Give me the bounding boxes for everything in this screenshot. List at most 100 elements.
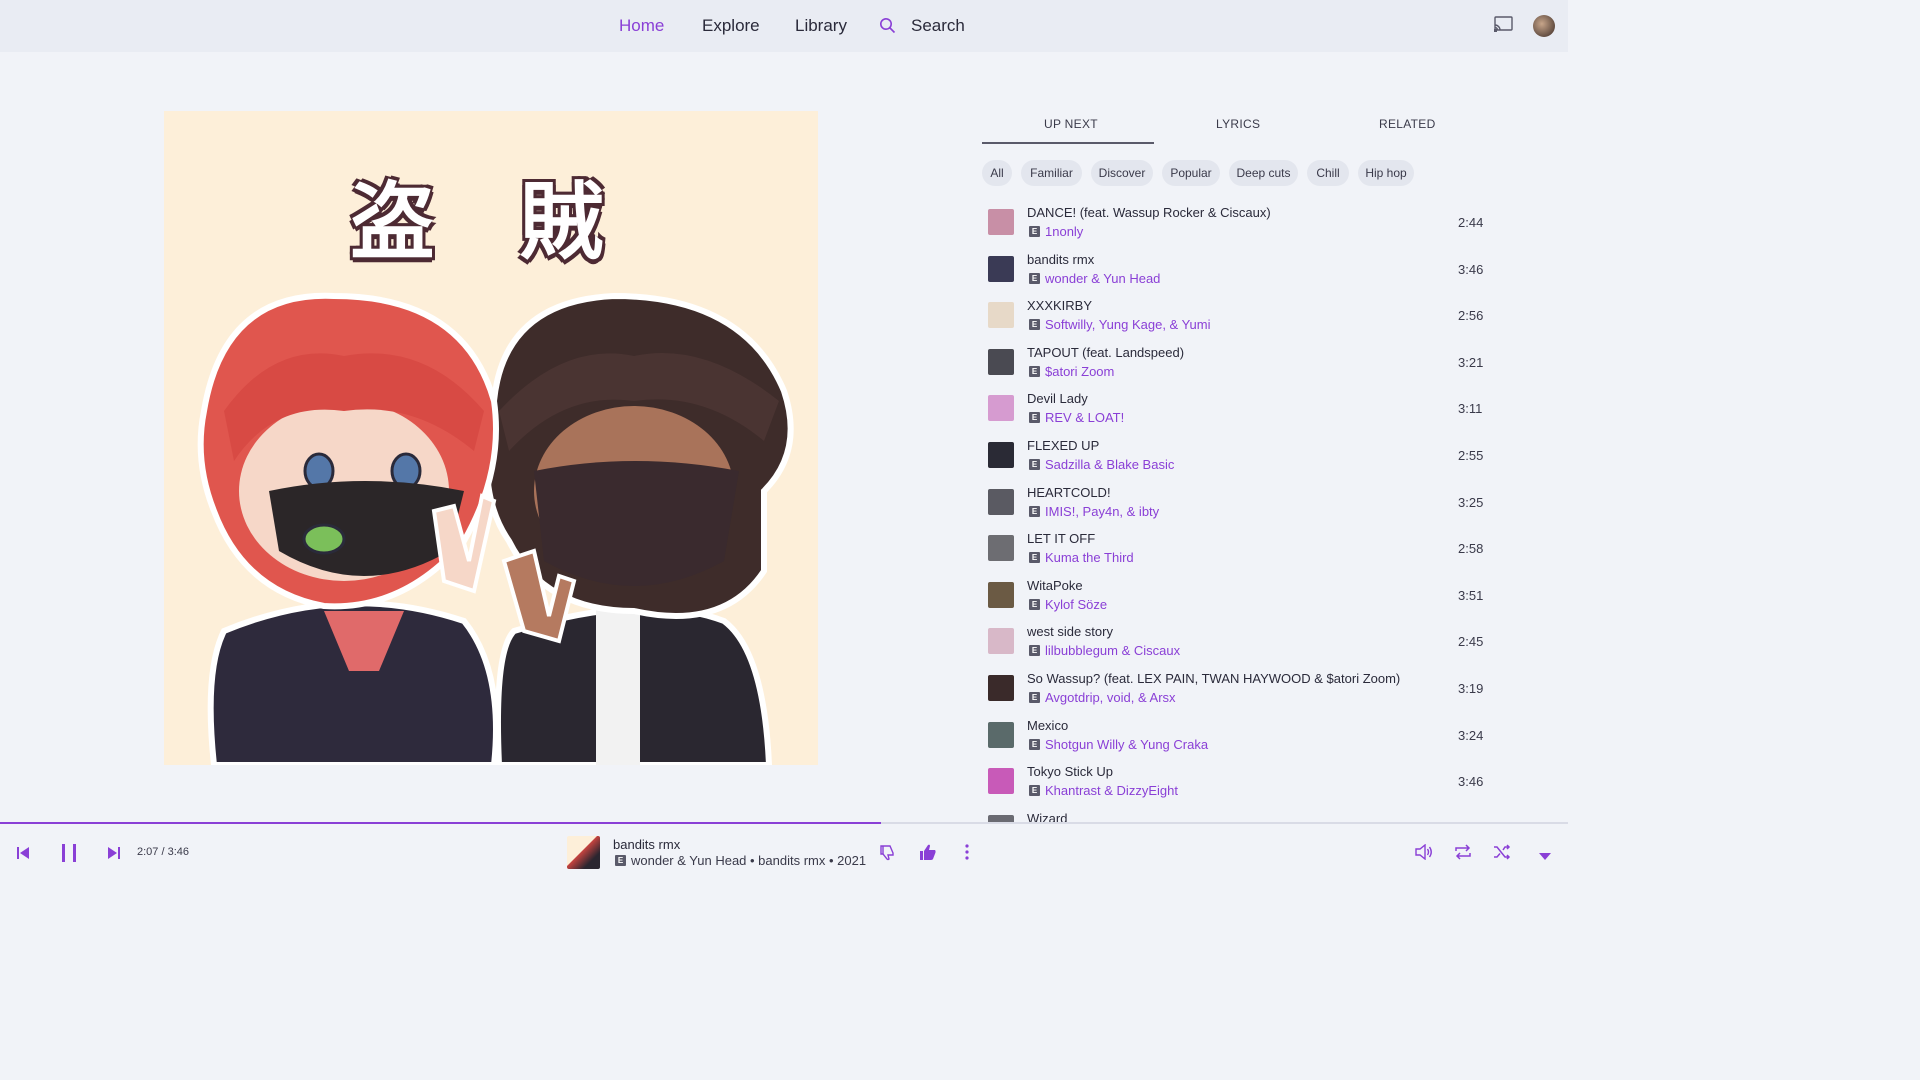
like-icon[interactable] — [919, 843, 937, 866]
queue-row[interactable]: west side story Elilbubblegum & Ciscaux 2:… — [982, 619, 1492, 665]
track-artist[interactable]: $atori Zoom — [1045, 364, 1114, 379]
search-icon[interactable] — [879, 17, 896, 39]
queue-row[interactable]: HEARTCOLD! E IMIS!, Pay4n, & ibty 3:25 — [982, 480, 1492, 526]
queue-row[interactable]: So Wassup? (feat. LEX PAIN, TWAN HAYWOOD… — [982, 666, 1492, 712]
track-thumbnail — [988, 302, 1014, 329]
track-thumbnail — [988, 721, 1014, 748]
explicit-badge: E — [1029, 365, 1040, 377]
track-title: XXXKIRBY — [1027, 298, 1093, 314]
queue-row[interactable]: Devil Lady E REV & LOAT! 3:11 — [982, 386, 1492, 432]
up-next-queue: DANCE! (feat. Wassup Rocker & Ciscaux) E 1… — [982, 200, 1492, 824]
user-avatar[interactable] — [1533, 15, 1555, 37]
explicit-badge: E — [1029, 645, 1040, 657]
queue-row[interactable]: XXXKIRBY E Softwilly, Yung Kage, & Yumi 2:5… — [982, 293, 1492, 339]
queue-row[interactable]: DANCE! (feat. Wassup Rocker & Ciscaux) E 1… — [982, 200, 1492, 246]
track-artist[interactable]: lilbubblegum & Ciscaux — [1045, 643, 1180, 658]
explicit-badge: E — [1029, 459, 1040, 470]
track-duration: 3:51 — [1458, 587, 1484, 603]
chip-deep-cuts[interactable]: Deep cuts — [1229, 160, 1298, 186]
track-thumbnail — [988, 628, 1014, 655]
chip-familiar[interactable]: Familiar — [1021, 160, 1082, 186]
explicit-badge: E — [1029, 226, 1040, 237]
tab-up-next[interactable]: UP NEXT — [1044, 117, 1098, 131]
active-tab-indicator — [982, 142, 1154, 144]
track-artist[interactable]: Sadzilla & Blake Basic — [1045, 457, 1174, 472]
panel-tabs: UP NEXT LYRICS RELATED — [982, 104, 1486, 144]
track-thumbnail — [988, 488, 1014, 515]
nav-search[interactable]: Search — [911, 16, 965, 36]
explicit-badge: E — [1029, 412, 1040, 424]
track-title: WitaPoke — [1027, 577, 1083, 593]
now-playing-thumbnail — [567, 836, 600, 869]
track-duration: 3:19 — [1458, 681, 1484, 696]
track-title: Mexico — [1027, 717, 1069, 733]
now-playing-title[interactable]: bandits rmx — [613, 837, 680, 852]
track-duration: 2:45 — [1458, 634, 1484, 650]
nav-home[interactable]: Home — [619, 16, 664, 36]
track-artist[interactable]: Softwilly, Yung Kage, & Yumi — [1045, 317, 1211, 332]
queue-row[interactable]: FLEXED UP E Sadzilla & Blake Basic 2:55 — [982, 433, 1492, 479]
nav-explore[interactable]: Explore — [702, 16, 760, 36]
album-art-title: 盗 賊 — [350, 173, 632, 271]
track-artist[interactable]: Khantrast & DizzyEight — [1045, 783, 1178, 798]
dislike-icon[interactable] — [879, 844, 896, 866]
track-thumbnail — [988, 675, 1014, 701]
explicit-badge: E — [615, 855, 626, 866]
track-duration: 2:44 — [1458, 215, 1484, 230]
player-bar: 2:07 / 3:46 bandits rmx E wonder & Yun H… — [0, 824, 1568, 882]
tab-lyrics[interactable]: LYRICS — [1216, 117, 1260, 131]
queue-row[interactable]: LET IT OFF E Kuma the Third 2:58 — [982, 526, 1492, 572]
explicit-badge: E — [1029, 738, 1040, 750]
more-options-icon[interactable] — [964, 843, 970, 866]
expand-player-icon[interactable] — [1538, 848, 1552, 866]
track-thumbnail — [988, 768, 1014, 795]
track-thumbnail — [988, 442, 1014, 468]
explicit-badge: E — [1029, 598, 1040, 610]
track-thumbnail — [988, 535, 1014, 562]
track-artist[interactable]: REV & LOAT! — [1045, 410, 1124, 425]
track-artist[interactable]: Avgotdrip, void, & Arsx — [1045, 690, 1176, 705]
queue-row[interactable]: bandits rmx Ewonder & Yun Head 3:46 — [982, 247, 1492, 293]
chip-all[interactable]: All — [982, 160, 1012, 186]
volume-icon[interactable] — [1415, 843, 1433, 865]
track-artist[interactable]: 1nonly — [1045, 224, 1083, 239]
explicit-badge: E — [1029, 505, 1040, 517]
track-thumbnail — [988, 581, 1014, 608]
track-thumbnail — [988, 209, 1014, 235]
track-artist[interactable]: Shotgun Willy & Yung Craka — [1045, 737, 1208, 752]
top-nav-bar: Home Explore Library Search — [0, 0, 1568, 52]
track-title: DANCE! (feat. Wassup Rocker & Ciscaux) — [1027, 205, 1271, 220]
now-playing-subtitle[interactable]: wonder & Yun Head • bandits rmx • 2021 — [631, 853, 866, 868]
chip-popular[interactable]: Popular — [1162, 160, 1220, 186]
pause-button[interactable] — [60, 843, 78, 868]
previous-track-button[interactable] — [16, 846, 30, 865]
repeat-icon[interactable] — [1454, 844, 1472, 865]
track-duration: 3:11 — [1458, 401, 1483, 417]
nav-library[interactable]: Library — [795, 16, 847, 36]
tab-related[interactable]: RELATED — [1379, 117, 1436, 131]
track-duration: 2:58 — [1458, 541, 1484, 557]
track-title: Devil Lady — [1027, 391, 1088, 407]
track-artist[interactable]: IMIS!, Pay4n, & ibty — [1045, 504, 1159, 519]
shuffle-icon[interactable] — [1493, 844, 1511, 865]
track-title: FLEXED UP — [1027, 438, 1100, 453]
queue-row[interactable]: Mexico E Shotgun Willy & Yung Craka 3:24 — [982, 713, 1492, 759]
playback-time: 2:07 / 3:46 — [137, 846, 189, 858]
track-artist[interactable]: Kuma the Third — [1045, 550, 1134, 565]
track-artist[interactable]: Kylof Söze — [1045, 597, 1107, 612]
chip-discover[interactable]: Discover — [1091, 160, 1153, 186]
track-duration: 3:24 — [1458, 727, 1484, 743]
track-title: LET IT OFF — [1027, 531, 1096, 547]
track-title: bandits rmx — [1027, 251, 1095, 267]
queue-row[interactable]: TAPOUT (feat. Landspeed) E $atori Zoom 3:21 — [982, 340, 1492, 386]
explicit-badge: E — [1029, 272, 1040, 284]
queue-row[interactable]: Tokyo Stick Up E Khantrast & DizzyEight 3:4… — [982, 759, 1492, 805]
track-artist[interactable]: wonder & Yun Head — [1045, 271, 1160, 286]
explicit-badge: E — [1029, 552, 1040, 564]
chip-hip-hop[interactable]: Hip hop — [1358, 160, 1414, 186]
next-track-button[interactable] — [107, 846, 121, 865]
cast-icon[interactable] — [1494, 16, 1513, 38]
queue-row[interactable]: WitaPoke E Kylof Söze 3:51 — [982, 573, 1492, 619]
track-duration: 3:46 — [1458, 261, 1484, 277]
chip-chill[interactable]: Chill — [1307, 160, 1349, 186]
